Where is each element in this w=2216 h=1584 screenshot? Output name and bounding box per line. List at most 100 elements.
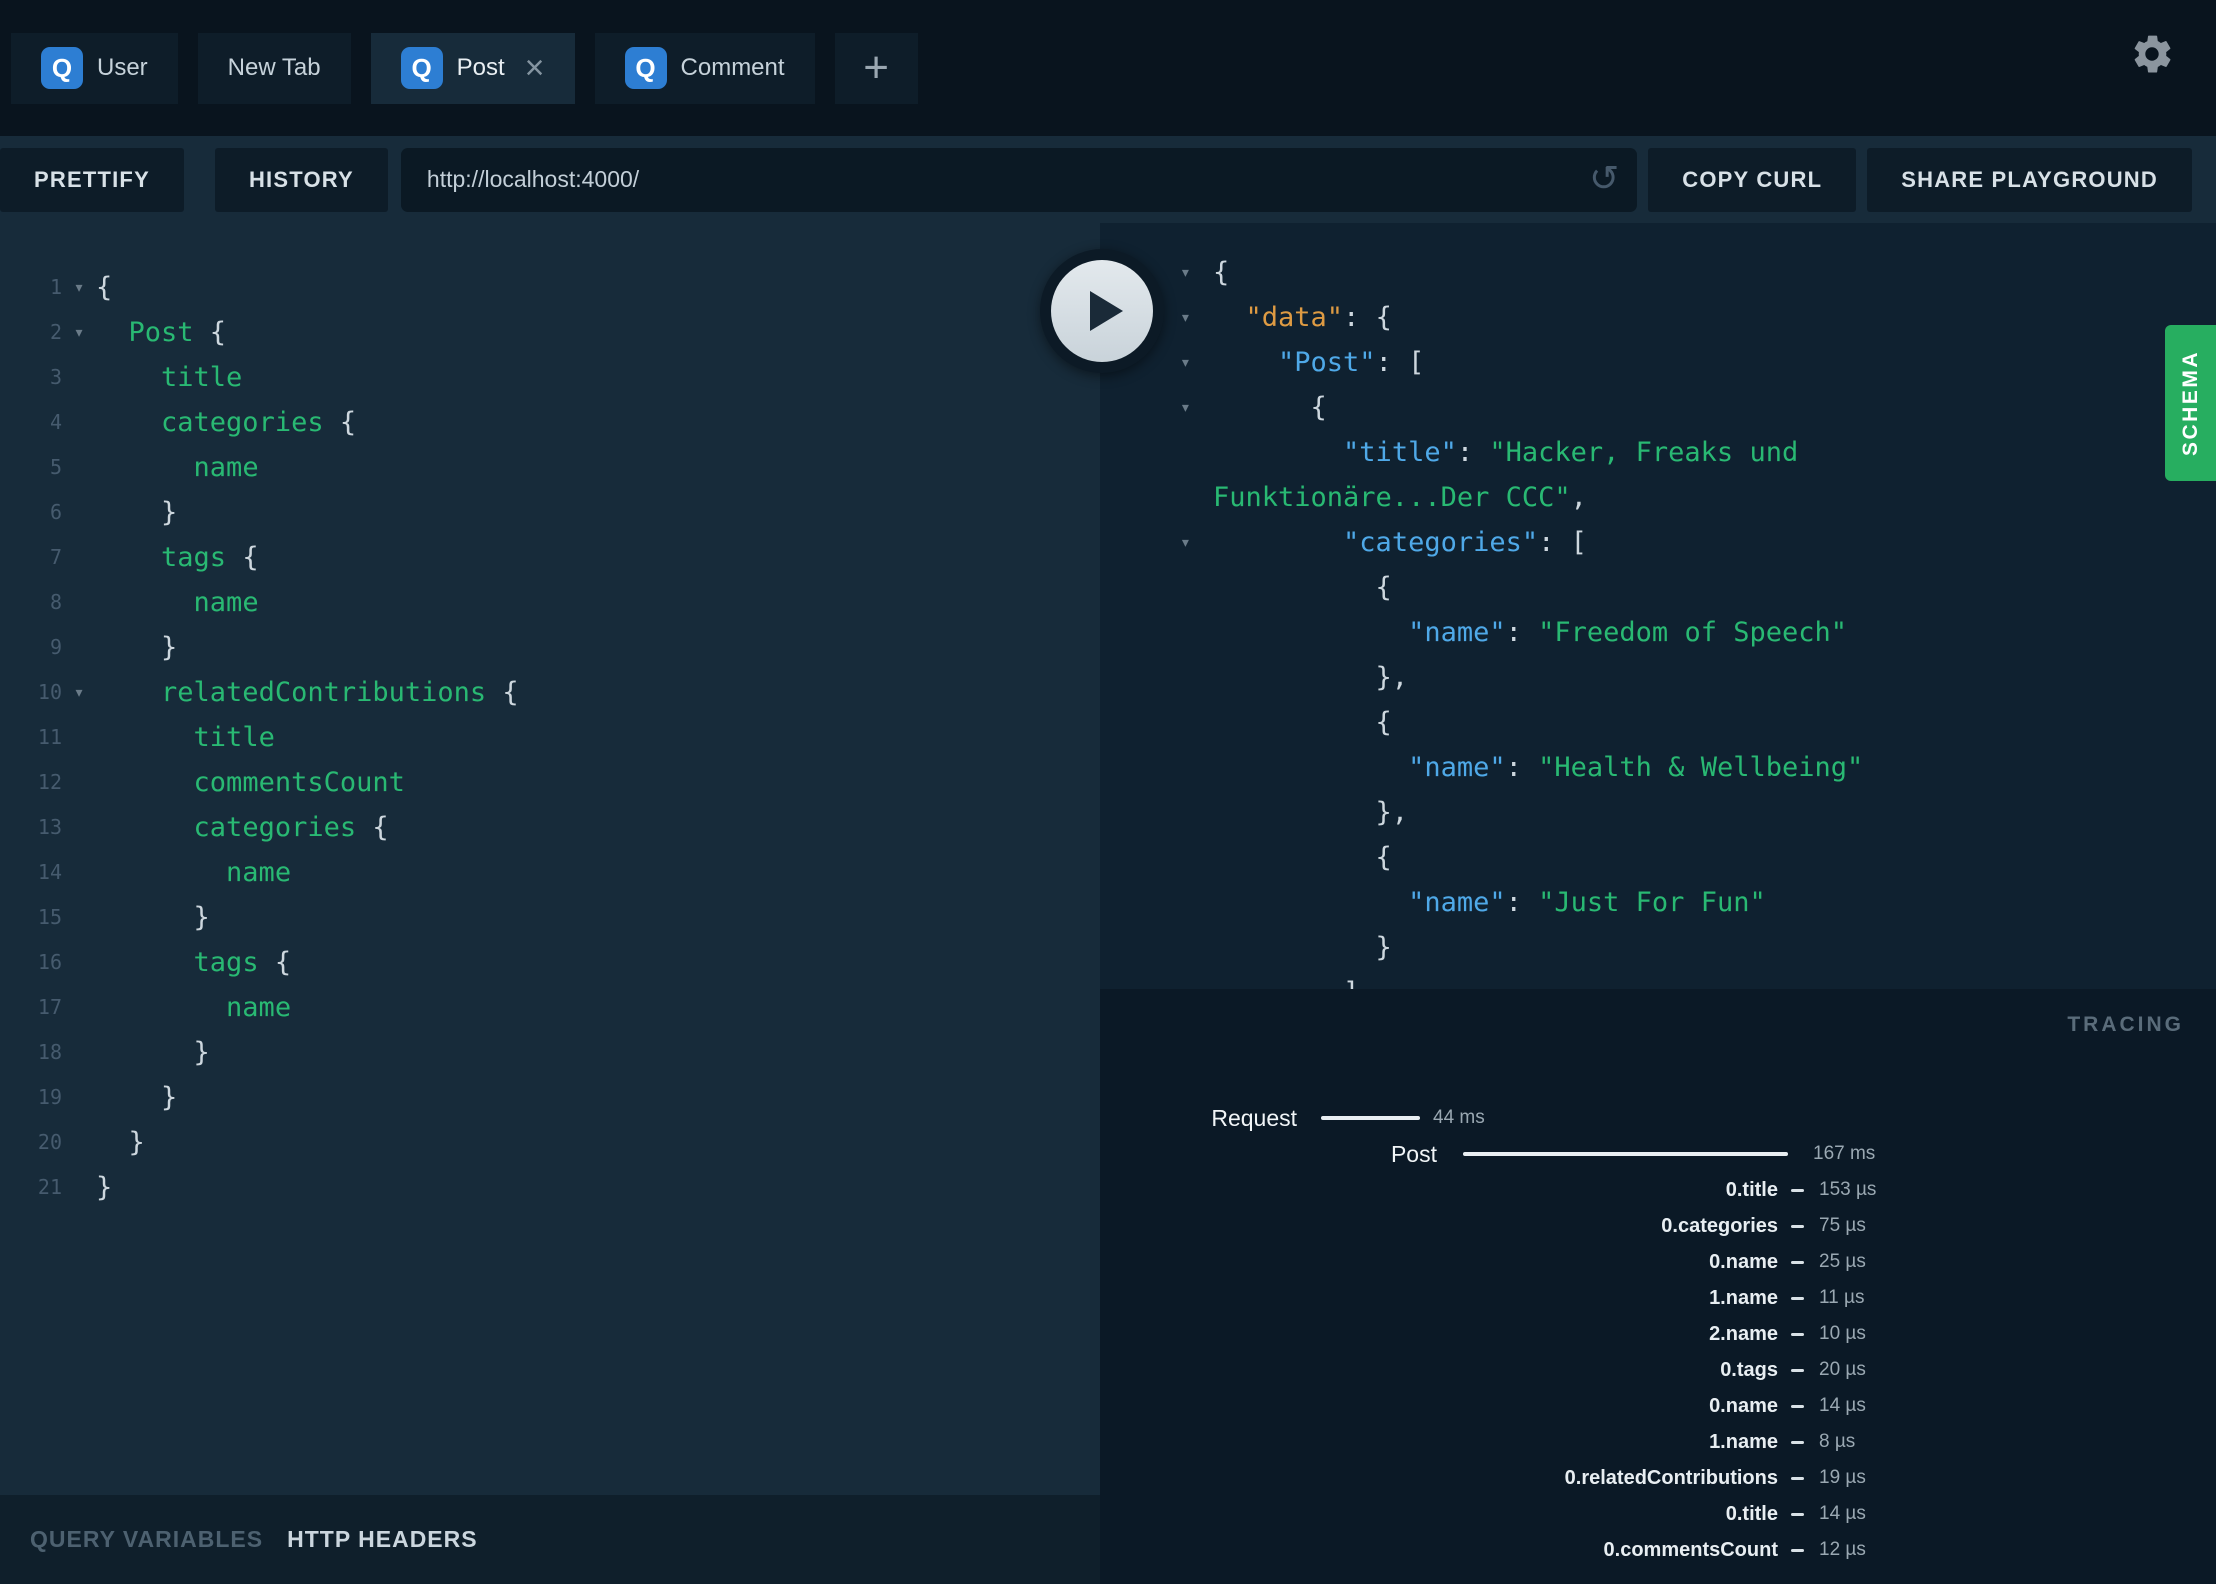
editor-line[interactable]: 2 ▾ Post { (0, 310, 1100, 355)
trace-duration-bar (1791, 1404, 1804, 1408)
response-line: } (1213, 932, 1392, 963)
editor-line[interactable]: 20 } (0, 1120, 1100, 1165)
prettify-button[interactable]: PRETTIFY (0, 147, 184, 212)
editor-line[interactable]: 14 name (0, 850, 1100, 895)
trace-field-label: 0.name (1709, 1250, 1778, 1273)
line-number: 4 (49, 410, 62, 434)
editor-line[interactable]: 7 tags { (0, 535, 1100, 580)
editor-line[interactable]: 21} (0, 1165, 1100, 1210)
trace-duration-value: 25 µs (1819, 1251, 1866, 1272)
fold-gutter (62, 895, 96, 940)
trace-duration-bar (1791, 1512, 1804, 1516)
execute-query-button[interactable] (1040, 249, 1164, 373)
code-text: } (96, 902, 210, 933)
line-number: 12 (37, 770, 62, 794)
query-editor[interactable]: 1 ▾{2 ▾ Post {3 title 4 categories {5 name 6… (0, 223, 1100, 1584)
response-line: "name": "Health & Wellbeing" (1408, 752, 1864, 783)
editor-line[interactable]: 13 categories { (0, 805, 1100, 850)
editor-line[interactable]: 17 name (0, 985, 1100, 1030)
editor-line[interactable]: 10 ▾ relatedContributions { (0, 670, 1100, 715)
response-viewer[interactable]: ▾{▾ "data": {▾ "Post": [▾ { "title": "Ha… (1100, 223, 2216, 989)
trace-row: 1.name 8 µs (1100, 1424, 2216, 1460)
fold-arrow-icon[interactable]: ▾ (1180, 520, 1191, 565)
line-number: 21 (37, 1175, 62, 1199)
trace-row: 0.relatedContributions 19 µs (1100, 1460, 2216, 1496)
line-number: 7 (49, 545, 62, 569)
trace-duration-bar (1791, 1548, 1804, 1552)
code-text: relatedContributions { (161, 677, 519, 708)
tracing-panel[interactable]: TRACING Request 44 ms Post 167 ms 0.titl… (1100, 989, 2216, 1584)
schema-tab-label: SCHEMA (2178, 349, 2202, 456)
tab-post[interactable]: Q Post × (370, 32, 575, 104)
trace-field-label: 0.categories (1661, 1214, 1778, 1237)
trace-row: 0.categories 75 µs (1100, 1208, 2216, 1244)
fold-arrow-icon[interactable]: ▾ (1180, 340, 1191, 385)
trace-label: Post (1390, 1140, 1437, 1167)
response-line: { (1213, 842, 1392, 873)
fold-gutter (62, 490, 96, 535)
query-variables-tab[interactable]: QUERY VARIABLES (30, 1526, 263, 1553)
endpoint-input[interactable] (400, 166, 1638, 193)
editor-line[interactable]: 18 } (0, 1030, 1100, 1075)
new-tab-button[interactable]: + (834, 32, 918, 104)
code-text: categories { (193, 812, 389, 843)
editor-line[interactable]: 6 } (0, 490, 1100, 535)
tracing-title: TRACING (2067, 1013, 2184, 1036)
fold-arrow-icon[interactable]: ▾ (1180, 385, 1191, 430)
editor-line[interactable]: 12 commentsCount (0, 760, 1100, 805)
trace-field-label: 0.tags (1720, 1358, 1778, 1381)
play-circle (1051, 260, 1153, 362)
editor-line[interactable]: 8 name (0, 580, 1100, 625)
editor-line[interactable]: 16 tags { (0, 940, 1100, 985)
code-text: commentsCount (193, 767, 405, 798)
response-line: ▾ "data": { (1100, 295, 2216, 340)
line-number: 6 (49, 500, 62, 524)
trace-row: 1.name 11 µs (1100, 1280, 2216, 1316)
tab-user[interactable]: Q User (11, 32, 178, 104)
editor-line[interactable]: 1 ▾{ (0, 265, 1100, 310)
trace-duration-bar (1463, 1152, 1788, 1156)
fold-gutter (62, 355, 96, 400)
tab-label: Post (456, 54, 505, 81)
response-line: ], (1100, 970, 2216, 989)
fold-gutter (62, 1030, 96, 1075)
editor-line[interactable]: 4 categories { (0, 400, 1100, 445)
editor-line[interactable]: 19 } (0, 1075, 1100, 1120)
trace-duration-bar (1791, 1188, 1804, 1192)
line-number: 17 (37, 995, 62, 1019)
fold-arrow-icon[interactable]: ▾ (62, 265, 96, 310)
trace-row: 0.tags 20 µs (1100, 1352, 2216, 1388)
fold-arrow-icon[interactable]: ▾ (62, 670, 96, 715)
tab-new-tab[interactable]: New Tab (197, 32, 351, 104)
trace-duration-value: 10 µs (1819, 1323, 1866, 1344)
editor-line[interactable]: 11 title (0, 715, 1100, 760)
trace-duration-bar (1791, 1476, 1804, 1480)
line-number: 8 (49, 590, 62, 614)
schema-tab[interactable]: SCHEMA (2165, 325, 2216, 481)
history-button[interactable]: HISTORY (214, 147, 388, 212)
code-text: name (193, 587, 259, 618)
trace-duration-bar (1791, 1332, 1804, 1336)
editor-line[interactable]: 3 title (0, 355, 1100, 400)
tab-comment[interactable]: Q Comment (594, 32, 815, 104)
line-number: 15 (37, 905, 62, 929)
fold-arrow-icon[interactable]: ▾ (62, 310, 96, 355)
trace-field-label: 0.name (1709, 1394, 1778, 1417)
close-tab-icon[interactable]: × (525, 51, 545, 85)
editor-line[interactable]: 5 name (0, 445, 1100, 490)
plus-icon: + (863, 43, 889, 92)
code-text: } (96, 497, 178, 528)
trace-duration-value: 44 ms (1433, 1107, 1485, 1128)
editor-line[interactable]: 15 } (0, 895, 1100, 940)
copy-curl-button[interactable]: COPY CURL (1648, 147, 1857, 212)
reload-icon[interactable]: ↺ (1589, 160, 1619, 196)
trace-field-label: 1.name (1709, 1430, 1778, 1453)
editor-line[interactable]: 9 } (0, 625, 1100, 670)
trace-row: 2.name 10 µs (1100, 1316, 2216, 1352)
fold-arrow-icon[interactable]: ▾ (1180, 250, 1191, 295)
share-playground-button[interactable]: SHARE PLAYGROUND (1867, 147, 2192, 212)
endpoint-url-box: ↺ (400, 147, 1638, 212)
fold-arrow-icon[interactable]: ▾ (1180, 295, 1191, 340)
http-headers-tab[interactable]: HTTP HEADERS (287, 1526, 478, 1553)
settings-gear-icon[interactable] (2124, 26, 2180, 82)
